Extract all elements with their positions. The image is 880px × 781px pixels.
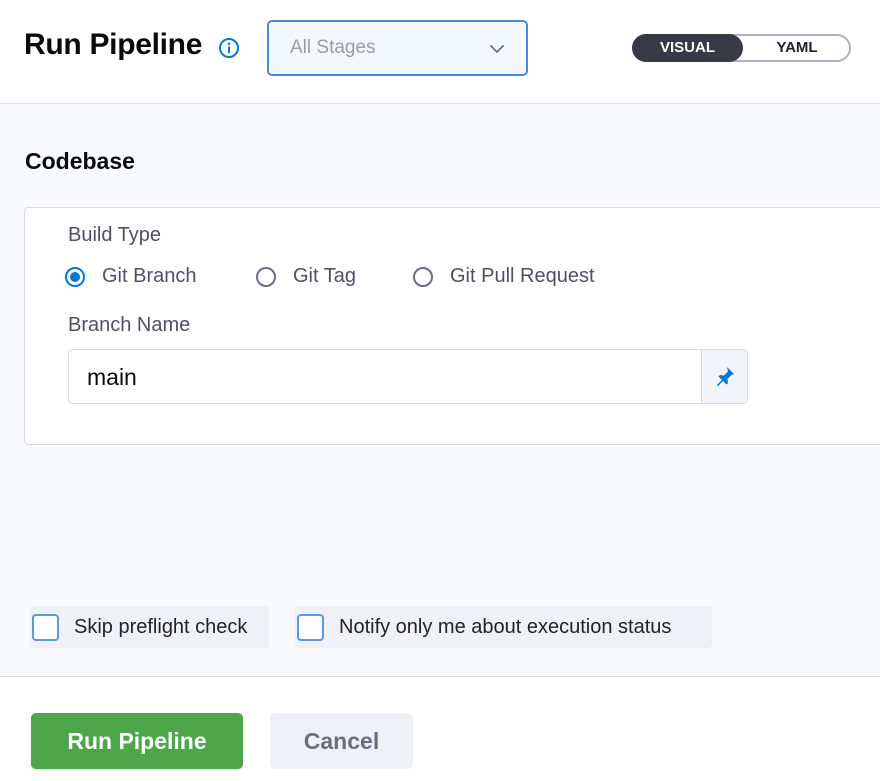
view-toggle: VISUAL YAML bbox=[632, 34, 851, 62]
toggle-visual[interactable]: VISUAL bbox=[632, 34, 743, 62]
build-type-label: Build Type bbox=[68, 224, 162, 246]
radio-git-tag-label: Git Tag bbox=[293, 265, 356, 287]
branch-name-label: Branch Name bbox=[68, 314, 191, 336]
branch-name-field[interactable]: main bbox=[68, 349, 748, 404]
page-title: Run Pipeline bbox=[24, 28, 203, 61]
notify-only-me-option[interactable]: Notify only me about execution status bbox=[295, 606, 712, 648]
notify-only-me-checkbox[interactable] bbox=[297, 613, 324, 641]
skip-preflight-label: Skip preflight check bbox=[74, 615, 248, 638]
radio-checked-icon bbox=[65, 266, 85, 287]
skip-preflight-checkbox[interactable] bbox=[32, 613, 59, 641]
radio-unchecked-icon bbox=[256, 266, 276, 287]
skip-preflight-option[interactable]: Skip preflight check bbox=[30, 606, 269, 648]
codebase-title: Codebase bbox=[25, 148, 135, 174]
radio-git-branch-label: Git Branch bbox=[102, 265, 197, 287]
stage-select-value: All Stages bbox=[290, 37, 376, 58]
branch-name-value: main bbox=[87, 364, 137, 390]
radio-unchecked-icon bbox=[413, 266, 433, 287]
radio-git-pull-request[interactable]: Git Pull Request bbox=[413, 265, 595, 288]
cancel-button[interactable]: Cancel bbox=[270, 713, 413, 769]
modal-header: Run Pipeline All Stages VISUAL YAML bbox=[0, 0, 880, 104]
chevron-down-icon bbox=[490, 45, 504, 53]
pin-icon bbox=[717, 367, 734, 386]
radio-git-pull-request-label: Git Pull Request bbox=[450, 265, 595, 287]
radio-git-branch[interactable]: Git Branch bbox=[65, 265, 196, 288]
stage-select[interactable]: All Stages bbox=[267, 20, 528, 76]
toggle-yaml[interactable]: YAML bbox=[743, 34, 851, 62]
radio-git-tag[interactable]: Git Tag bbox=[256, 265, 356, 288]
info-icon[interactable] bbox=[218, 37, 240, 59]
run-pipeline-button[interactable]: Run Pipeline bbox=[31, 713, 243, 769]
notify-only-me-label: Notify only me about execution status bbox=[339, 615, 672, 638]
pin-button[interactable] bbox=[701, 350, 747, 403]
